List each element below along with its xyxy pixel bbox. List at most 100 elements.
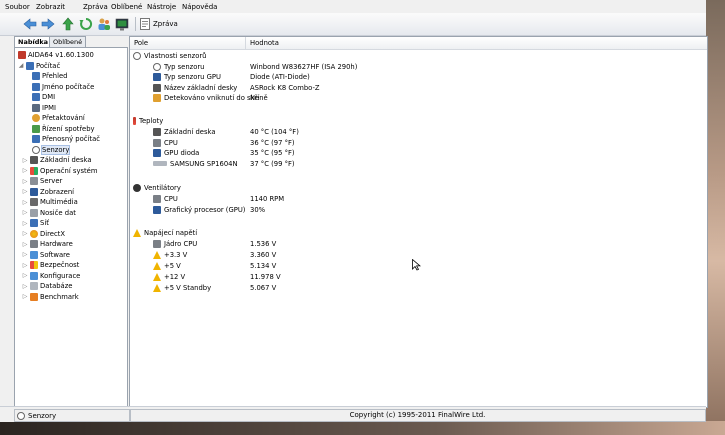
back-arrow-icon[interactable] — [22, 16, 38, 32]
field-label: +5 V Standby — [164, 284, 212, 292]
field-value: 30% — [250, 205, 266, 214]
list-item[interactable]: +12 V 11.978 V — [130, 272, 707, 282]
monitor-icon[interactable] — [114, 16, 130, 32]
menu-soubor[interactable]: Soubor — [5, 3, 30, 11]
menu-zprava[interactable]: Zpráva — [83, 3, 108, 11]
column-field[interactable]: Pole — [134, 39, 148, 47]
field-value: 1.536 V — [250, 240, 277, 248]
field-label: +5 V — [164, 262, 181, 270]
tree-item-config[interactable]: ▷ Konfigurace — [22, 271, 80, 281]
menu-nastroje[interactable]: Nástroje — [147, 3, 176, 11]
list-item[interactable]: Typ senzoru GPU Diode (ATI-Diode) — [130, 72, 707, 82]
field-label: GPU dioda — [164, 149, 200, 157]
group-title: Vlastnosti senzorů — [144, 52, 207, 60]
list-item[interactable]: Základní deska 40 °C (104 °F) — [130, 127, 707, 137]
list-item[interactable]: Jádro CPU 1.536 V — [130, 239, 707, 249]
aida64-window: Soubor Zobrazit Zpráva Oblíbené Nástroje… — [0, 0, 708, 422]
tab-favorites[interactable]: Oblíbené — [49, 36, 87, 47]
field-label: Typ senzoru — [164, 62, 205, 71]
expand-icon[interactable]: ▷ — [22, 178, 28, 185]
group-fans[interactable]: Ventilátory — [130, 183, 707, 193]
collapse-icon[interactable]: ◢ — [18, 62, 24, 69]
tree-item-directx[interactable]: ▷ DirectX — [22, 229, 65, 239]
status-current-page: Senzory — [14, 409, 131, 422]
expand-icon[interactable]: ▷ — [22, 283, 28, 290]
tree-item-motherboard[interactable]: ▷ Základní deska — [22, 155, 92, 165]
tree-item-security[interactable]: ▷ Bezpečnost — [22, 260, 79, 270]
group-voltages[interactable]: Napájecí napětí — [130, 228, 707, 238]
group-sensor-properties[interactable]: Vlastnosti senzorů — [130, 51, 707, 61]
field-value: 40 °C (104 °F) — [250, 128, 299, 136]
expand-icon[interactable]: ▷ — [22, 230, 28, 237]
group-temperatures[interactable]: Teploty — [130, 116, 707, 126]
expand-icon[interactable]: ▷ — [22, 272, 28, 279]
menu-oblibene[interactable]: Oblíbené — [111, 3, 142, 11]
database-icon — [30, 282, 38, 290]
expand-icon[interactable]: ▷ — [22, 209, 28, 216]
list-item[interactable]: CPU 1140 RPM — [130, 194, 707, 204]
list-item[interactable]: GPU dioda 35 °C (95 °F) — [130, 148, 707, 158]
aida64-icon — [18, 51, 26, 59]
tree-item-network[interactable]: ▷ Síť — [22, 218, 49, 228]
column-value[interactable]: Hodnota — [250, 39, 279, 47]
expand-icon[interactable]: ▷ — [22, 220, 28, 227]
expand-icon[interactable]: ▷ — [22, 157, 28, 164]
field-value: 37 °C (99 °F) — [250, 159, 295, 168]
tree-item-root[interactable]: AIDA64 v1.60.1300 — [18, 50, 94, 60]
users-icon[interactable] — [96, 16, 112, 32]
overview-icon — [32, 72, 40, 80]
expand-icon[interactable]: ▷ — [22, 293, 28, 300]
menu-bar: Soubor Zobrazit Zpráva Oblíbené Nástroje… — [0, 2, 706, 13]
expand-icon[interactable]: ▷ — [22, 262, 28, 269]
list-item[interactable]: SAMSUNG SP1604N 37 °C (99 °F) — [130, 159, 707, 169]
expand-icon[interactable]: ▷ — [22, 251, 28, 258]
list-item[interactable]: Grafický procesor (GPU) 30% — [130, 205, 707, 215]
tree-item-ipmi[interactable]: IPMI — [32, 103, 56, 113]
field-label: CPU — [164, 195, 178, 203]
list-item[interactable]: Typ senzoru Winbond W83627HF (ISA 290h) — [130, 62, 707, 72]
tree-item-sensors[interactable]: Senzory — [32, 144, 71, 155]
tree-item-overclock[interactable]: Přetaktování — [32, 113, 85, 123]
forward-arrow-icon[interactable] — [40, 16, 56, 32]
tree-item-hardware[interactable]: ▷ Hardware — [22, 239, 73, 249]
field-value: 5.067 V — [250, 284, 277, 292]
tree-item-power[interactable]: Řízení spotřeby — [32, 124, 95, 134]
tree-item-overview[interactable]: Přehled — [32, 71, 68, 81]
power-icon — [32, 124, 40, 133]
list-item[interactable]: CPU 36 °C (97 °F) — [130, 138, 707, 148]
tree-item-software[interactable]: ▷ Software — [22, 250, 70, 260]
menu-zobrazit[interactable]: Zobrazit — [36, 3, 65, 11]
tree-item-benchmark[interactable]: ▷ Benchmark — [22, 292, 79, 302]
list-item[interactable]: Detekováno vniknutí do skříně Ne — [130, 93, 707, 103]
tree-item-server[interactable]: ▷ Server — [22, 176, 62, 186]
list-item[interactable]: +5 V Standby 5.067 V — [130, 283, 707, 293]
column-header: Pole Hodnota — [130, 37, 707, 50]
tree-item-computer[interactable]: ◢ Počítač — [18, 61, 60, 71]
expand-icon[interactable]: ▷ — [22, 199, 28, 206]
sensor-list: Pole Hodnota Vlastnosti senzorů Typ senz… — [129, 36, 708, 408]
speaker-icon — [30, 198, 38, 206]
expand-icon[interactable]: ▷ — [22, 188, 28, 195]
ipmi-icon — [32, 103, 40, 112]
field-label: Typ senzoru GPU — [164, 73, 221, 81]
menu-napoveda[interactable]: Nápověda — [182, 3, 217, 11]
expand-icon[interactable]: ▷ — [22, 241, 28, 248]
gauge-icon — [133, 52, 141, 60]
up-arrow-icon[interactable] — [60, 16, 76, 32]
report-button[interactable]: Zpráva — [140, 17, 178, 31]
tree-item-portable[interactable]: Přenosný počítač — [32, 134, 100, 144]
tree-item-dmi[interactable]: DMI — [32, 92, 55, 102]
tree-item-database[interactable]: ▷ Databáze — [22, 281, 72, 291]
column-divider — [245, 37, 246, 49]
report-button-label: Zpráva — [153, 20, 178, 28]
tree-item-storage[interactable]: ▷ Nosiče dat — [22, 208, 76, 218]
tree-item-display[interactable]: ▷ Zobrazení — [22, 187, 74, 197]
expand-icon[interactable]: ▷ — [22, 167, 28, 174]
benchmark-icon — [30, 292, 38, 301]
tree-item-multimedia[interactable]: ▷ Multimédia — [22, 197, 78, 207]
refresh-icon[interactable] — [78, 16, 94, 32]
tree-item-computer-name[interactable]: Jméno počítače — [32, 82, 94, 92]
tree-item-os[interactable]: ▷ Operační systém — [22, 166, 97, 176]
list-item[interactable]: Název základní desky ASRock K8 Combo-Z — [130, 83, 707, 93]
group-title: Teploty — [139, 117, 164, 125]
